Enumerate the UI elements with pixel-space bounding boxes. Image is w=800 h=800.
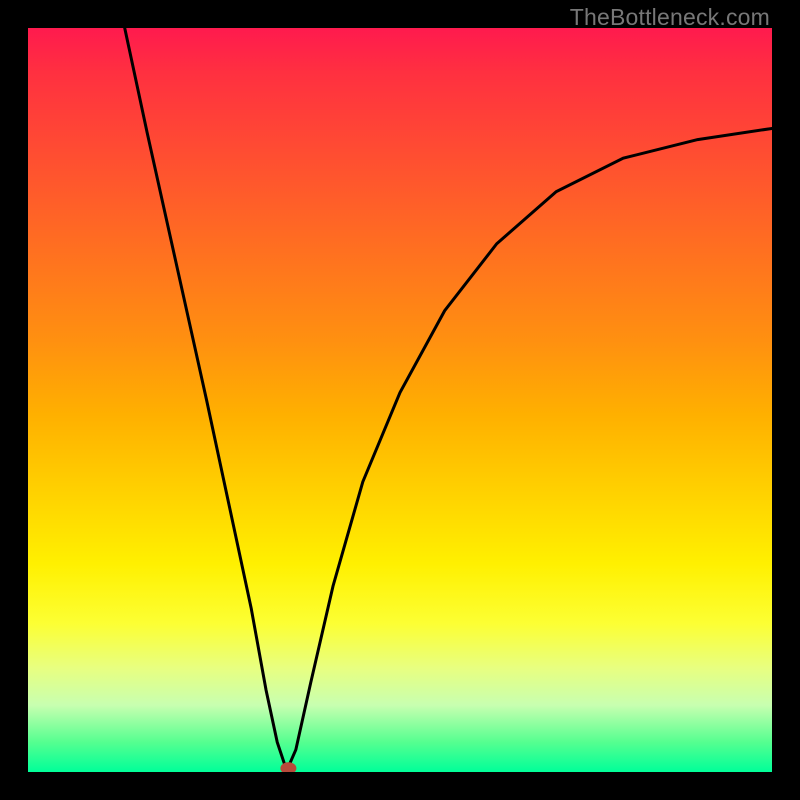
watermark-label: TheBottleneck.com [570, 4, 770, 31]
chart-plot-area [28, 28, 772, 772]
